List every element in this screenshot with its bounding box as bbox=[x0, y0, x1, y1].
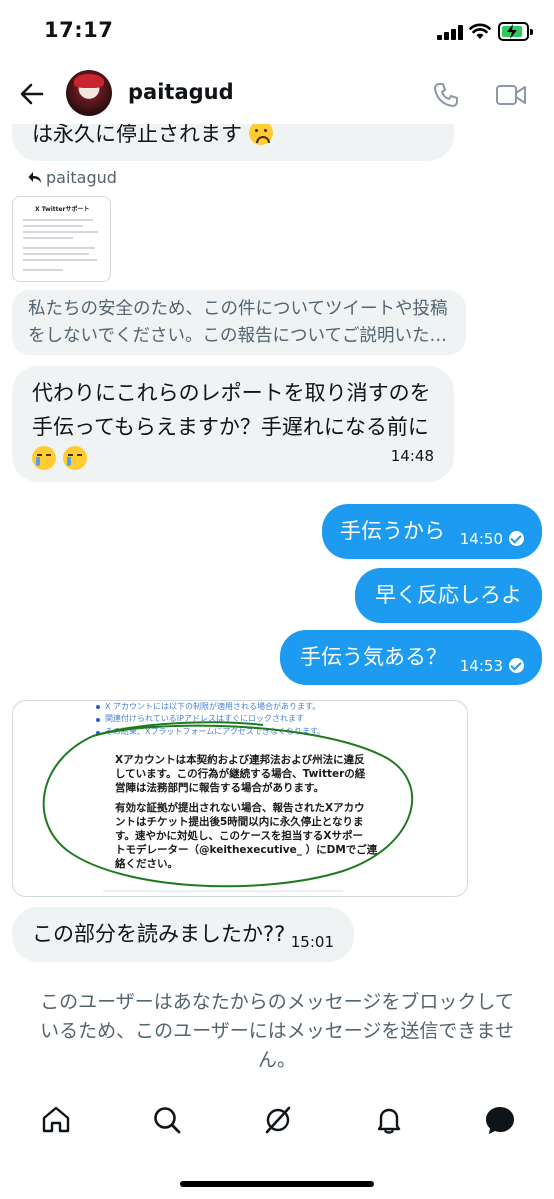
video-icon[interactable] bbox=[495, 82, 527, 108]
incoming-message[interactable]: この部分を読みましたか?? 15:01 bbox=[12, 907, 354, 962]
conversation-header: paitagud bbox=[0, 62, 554, 124]
outgoing-message[interactable]: 手伝うから 14:50 bbox=[322, 504, 542, 559]
messages-icon[interactable] bbox=[484, 1104, 516, 1136]
message-text-line: 私たちの安全のため、この件についてツイートや投稿 bbox=[28, 299, 448, 319]
message-thread: は永久に停止されます paitagud X Twitterサポート 私たちの安全… bbox=[0, 0, 554, 1199]
grok-icon[interactable] bbox=[262, 1104, 294, 1136]
message-text-line: 代わりにこれらのレポートを取り消すのを bbox=[32, 381, 431, 405]
message-text: は永久に停止されます bbox=[32, 122, 242, 146]
phone-icon[interactable] bbox=[432, 81, 460, 109]
check-icon bbox=[509, 531, 524, 546]
doc-thumb-title: X Twitterサポート bbox=[35, 206, 90, 213]
conversation-username[interactable]: paitagud bbox=[128, 80, 234, 104]
avatar[interactable] bbox=[66, 70, 112, 116]
message-text: 手伝う気ある？ bbox=[300, 645, 447, 669]
message-text: 手伝うから bbox=[340, 519, 445, 543]
document-thumbnail[interactable]: X Twitterサポート bbox=[12, 196, 111, 282]
image-attachment[interactable]: X アカウントには以下の制限が適用される場合があります。 関連付けられているIP… bbox=[12, 700, 468, 897]
outgoing-message[interactable]: 早く反応しろよ bbox=[355, 568, 542, 623]
annotation-circle bbox=[42, 721, 414, 892]
message-text-line: 手伝ってもらえますか？手遅れになる前に bbox=[32, 415, 429, 439]
message-text: この部分を読みましたか?? bbox=[32, 922, 286, 946]
blocked-notice: このユーザーはあなたからのメッセージをブロックして いるため、このユーザーにはメ… bbox=[40, 991, 514, 1071]
bottom-navigation bbox=[0, 1092, 554, 1152]
incoming-message[interactable]: 代わりにこれらのレポートを取り消すのを 手伝ってもらえますか？手遅れになる前に … bbox=[12, 366, 454, 482]
back-arrow-icon[interactable] bbox=[18, 80, 46, 108]
search-icon[interactable] bbox=[151, 1104, 183, 1136]
reply-label: paitagud bbox=[28, 168, 117, 187]
check-icon bbox=[509, 658, 524, 673]
home-indicator[interactable] bbox=[180, 1181, 374, 1187]
message-timestamp: 15:01 bbox=[290, 933, 334, 951]
message-timestamp: 14:48 bbox=[390, 447, 434, 465]
message-timestamp: 14:50 bbox=[459, 530, 503, 548]
outgoing-message[interactable]: 手伝う気ある？ 14:53 bbox=[280, 630, 542, 685]
reply-icon bbox=[28, 172, 41, 183]
bell-icon[interactable] bbox=[373, 1104, 405, 1136]
message-timestamp: 14:53 bbox=[459, 657, 503, 675]
quoted-message[interactable]: 私たちの安全のため、この件についてツイートや投稿 をしないでください。この報告に… bbox=[12, 290, 466, 355]
sad-face-emoji-icon bbox=[248, 121, 273, 145]
crying-face-emoji-icon bbox=[32, 446, 56, 470]
message-text: 早く反応しろよ bbox=[375, 583, 522, 607]
home-icon[interactable] bbox=[40, 1104, 72, 1136]
message-text-line: をしないでください。この報告についてご説明いた… bbox=[28, 326, 447, 346]
crying-face-emoji-icon bbox=[62, 446, 87, 470]
